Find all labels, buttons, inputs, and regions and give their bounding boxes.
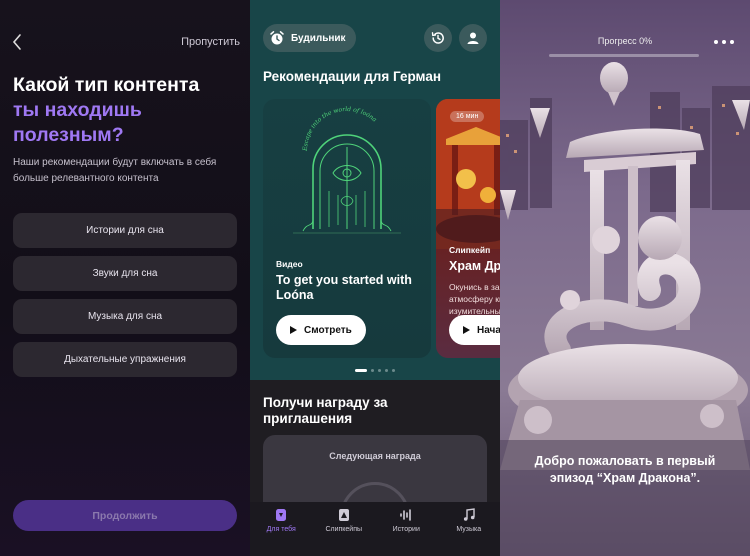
card-title: Храм Дракона [449, 259, 500, 273]
bottom-tab-bar: Для тебя Слипкейпы Истории Музыка [250, 502, 500, 556]
tab-label: Истории [392, 526, 420, 533]
option-sleep-music[interactable]: Музыка для сна [13, 299, 237, 334]
recommendation-card[interactable]: Escape into the world of loóna Видео To … [263, 99, 431, 358]
profile-icon [467, 32, 479, 44]
card-kind: Слипкейп [449, 245, 491, 255]
watch-button[interactable]: Смотреть [276, 315, 366, 345]
profile-button[interactable] [459, 24, 487, 52]
title-accent-text: ты находишь полезным? [13, 99, 142, 146]
tab-sleepscapes[interactable]: Слипкейпы [313, 502, 376, 556]
tab-music[interactable]: Музыка [438, 502, 501, 556]
start-label: Начать [477, 324, 500, 336]
page-dot[interactable] [378, 369, 381, 372]
alarm-label: Будильник [291, 32, 346, 44]
content-type-options: Истории для сна Звуки для сна Музыка для… [13, 213, 237, 385]
option-breathing[interactable]: Дыхательные упражнения [13, 342, 237, 377]
page-dot[interactable] [385, 369, 388, 372]
home-screen: Будильник Рекомендации для Герман Escape… [250, 0, 500, 556]
onboarding-screen: Пропустить Какой тип контента ты находиш… [0, 0, 250, 556]
tab-label: Для тебя [266, 526, 296, 533]
gate-illustration: Escape into the world of loóna [293, 106, 401, 234]
back-chevron-icon[interactable] [10, 33, 26, 51]
tab-label: Музыка [456, 526, 482, 533]
next-reward-label: Следующая награда [329, 451, 421, 461]
card-description: Окунись в загадочную атмосферу китайских… [449, 282, 500, 316]
title-text: Какой тип контента [13, 74, 200, 96]
welcome-text: Добро пожаловать в первый эпизод “Храм Д… [534, 454, 716, 485]
home-icon [276, 509, 287, 521]
duration-badge: 16 мин [450, 111, 485, 122]
card-kind: Видео [276, 259, 303, 269]
dot [722, 40, 726, 44]
skip-button[interactable]: Пропустить [181, 36, 240, 48]
carousel-pagination [355, 369, 395, 372]
option-sleep-stories[interactable]: Истории для сна [13, 213, 237, 248]
tab-for-you[interactable]: Для тебя [250, 502, 313, 556]
page-dot[interactable] [392, 369, 395, 372]
start-button[interactable]: Начать [449, 315, 500, 345]
card-title: To get you started with Loóna [276, 273, 412, 302]
page-subtitle: Наши рекомендации будут включать в себя … [13, 157, 217, 184]
history-button[interactable] [424, 24, 452, 52]
page-dot[interactable] [371, 369, 374, 372]
continue-button[interactable]: Продолжить [13, 500, 237, 531]
alarm-clock-icon [270, 31, 284, 45]
play-icon [290, 326, 297, 334]
play-icon [463, 326, 470, 334]
progress-label: Прогресс 0% [597, 36, 653, 46]
recommendations-title: Рекомендации для Герман [263, 69, 441, 84]
player-screen: Прогресс 0% Добро пожаловать в первый эп… [500, 0, 750, 556]
option-sleep-sounds[interactable]: Звуки для сна [13, 256, 237, 291]
dot [714, 40, 718, 44]
stories-icon [400, 509, 412, 521]
alarm-button[interactable]: Будильник [263, 24, 356, 52]
recommendation-card[interactable]: 16 мин Слипкейп Храм Дракона Окунись в з… [436, 99, 500, 358]
history-icon [431, 32, 444, 44]
invite-title: Получи награду за приглашения [263, 395, 388, 426]
page-title: Какой тип контента ты находишь полезным? [13, 73, 241, 148]
page-dot[interactable] [355, 369, 367, 372]
more-options-button[interactable] [714, 38, 736, 46]
watch-label: Смотреть [304, 324, 352, 336]
progress-bar[interactable] [549, 54, 699, 57]
dot [730, 40, 734, 44]
sleepscape-icon [338, 509, 349, 521]
tab-label: Слипкейпы [325, 526, 363, 533]
music-icon [463, 508, 475, 521]
tab-stories[interactable]: Истории [375, 502, 438, 556]
